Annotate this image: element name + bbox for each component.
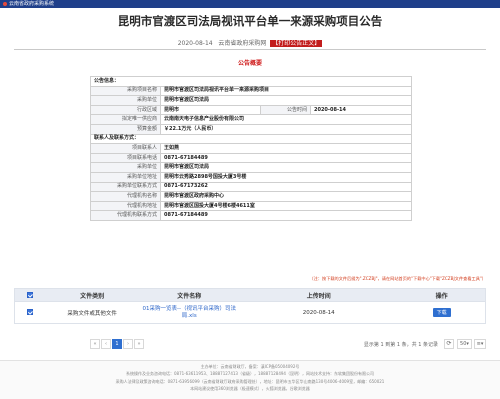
col-time-header: 上传时间: [306, 292, 331, 300]
columns-icon: ≡: [476, 341, 481, 347]
pagination-info: 显示第 1 到第 1 条，共 1 条记录: [363, 342, 438, 348]
publish-date: 2020-08-14: [177, 40, 213, 47]
agency-addr-label: 代理机构地址: [90, 200, 161, 212]
supplier-label: 拟定唯一供应商: [90, 114, 161, 125]
budget: ￥22.1万元（人民币）: [160, 123, 412, 135]
attachments-header: 文件类别 文件名称 上传时间 操作: [14, 288, 486, 302]
publish-source: 云南省政府采购网: [218, 40, 267, 47]
region-label: 行政区域: [90, 104, 161, 116]
buyer2-label: 采购单位: [90, 162, 161, 173]
attachments-table: 文件类别 文件名称 上传时间 操作 采购文件或其他文件 01采购一览表--（视讯…: [14, 288, 486, 324]
contact-phone: 0871-67184489: [160, 152, 412, 164]
page-size-select[interactable]: 50▾: [457, 339, 472, 349]
buyer: 昆明市官渡区司法局: [160, 95, 412, 106]
publish-time-label: 公告时间: [260, 104, 311, 116]
col-name-header: 文件名称: [177, 292, 202, 300]
notice-summary-label: 公告概要: [237, 60, 262, 67]
col-action-header: 操作: [435, 292, 448, 300]
page-footer: 主办单位：云南省财政厅，备案：滇ICP备05004092号 系统操作及业务咨询电…: [0, 360, 500, 399]
print-link[interactable]: 【打印公告正文】: [270, 40, 323, 47]
agency-label: 代理机构名称: [90, 191, 161, 202]
first-page-button[interactable]: «: [90, 339, 100, 349]
agency-phone-label: 代理机构联系方式: [90, 210, 161, 221]
prev-page-button[interactable]: ‹: [101, 339, 111, 349]
table-row: 采购文件或其他文件 01采购一览表--（视讯平台采购）司法局.xls 2020-…: [14, 302, 486, 324]
contact: 王如燕: [160, 143, 412, 154]
section-contact: 联系人及联系方式：: [90, 133, 412, 145]
window-title: 云南省政府采购系统: [9, 1, 55, 7]
footer-line-2: 系统操作及业务咨询电话：0871-63611953、18887127413（省级…: [126, 371, 374, 377]
publish-time: 2020-08-14: [310, 104, 412, 116]
download-button[interactable]: 下载: [432, 308, 451, 317]
footer-line-3: 采购人法律及政策咨询电话：0871-63956099（云南省财政厅政府采购管理处…: [115, 378, 385, 384]
footer-line-1: 主办单位：云南省财政厅，备案：滇ICP备05004092号: [200, 364, 300, 369]
supplier: 云南南天电子信息产业股份有限公司: [160, 114, 412, 125]
app-icon: [3, 1, 7, 6]
file-type: 采购文件或其他文件: [67, 310, 117, 317]
refresh-icon[interactable]: ⟳: [444, 339, 454, 349]
buyer-label: 采购单位: [90, 95, 161, 106]
buyer-addr-label: 采购单位地址: [90, 171, 161, 183]
buyer-phone: 0871-67173262: [160, 181, 412, 193]
buyer-phone-label: 采购单位联系方式: [90, 181, 161, 193]
window-title-bar: 云南省政府采购系统: [0, 0, 500, 8]
budget-label: 预算金额: [90, 123, 161, 135]
upload-time: 2020-08-14: [302, 309, 335, 316]
footer-line-4: 本网站建议使用360浏览器（极速模式），火狐浏览器，谷歌浏览器: [190, 386, 310, 392]
header-divider: [14, 49, 486, 50]
buyer-addr: 昆明市云秀路2898号国投大厦3号楼: [160, 171, 412, 183]
agency-addr: 昆明市官渡区国投大厦4号楼6楼4611室: [160, 200, 412, 212]
buyer2: 昆明市官渡区司法局: [160, 162, 412, 173]
next-page-button[interactable]: ›: [123, 339, 133, 349]
download-tip: （注：按下载的文件后缀为".ZCZBJ"，请在网站首页的"下载中心"下载"ZCZ…: [309, 276, 486, 281]
last-page-button[interactable]: »: [134, 339, 144, 349]
contact-phone-label: 项目联系电话: [90, 152, 161, 164]
project-name-label: 采购项目名称: [90, 85, 161, 97]
pagination: « ‹ 1 › »: [90, 339, 144, 349]
file-name-link[interactable]: 01采购一览表--（视讯平台采购）司法局.xls: [139, 306, 239, 320]
publish-meta: 2020-08-14 云南省政府采购网 【打印公告正文】: [0, 38, 500, 47]
agency-phone: 0871-67184489: [160, 210, 412, 221]
page-size-value: 50: [460, 341, 467, 347]
col-type-header: 文件类别: [80, 292, 105, 300]
agency: 昆明市官渡区政府采购中心: [160, 191, 412, 202]
section-general: 公告信息：: [90, 76, 412, 87]
contact-label: 项目联系人: [90, 143, 161, 154]
row-checkbox[interactable]: [26, 309, 33, 316]
page-1-button[interactable]: 1: [112, 339, 122, 349]
columns-toggle-icon[interactable]: ≡▾: [474, 339, 486, 349]
project-name: 昆明市官渡区司法局视讯平台单一来源采购项目: [160, 85, 412, 97]
notice-info-table: 公告信息： 采购项目名称 昆明市官渡区司法局视讯平台单一来源采购项目 采购单位 …: [90, 76, 412, 221]
select-all-checkbox[interactable]: [26, 292, 33, 298]
region: 昆明市: [160, 104, 261, 116]
page-title: 昆明市官渡区司法局视讯平台单一来源采购项目公告: [117, 14, 383, 28]
